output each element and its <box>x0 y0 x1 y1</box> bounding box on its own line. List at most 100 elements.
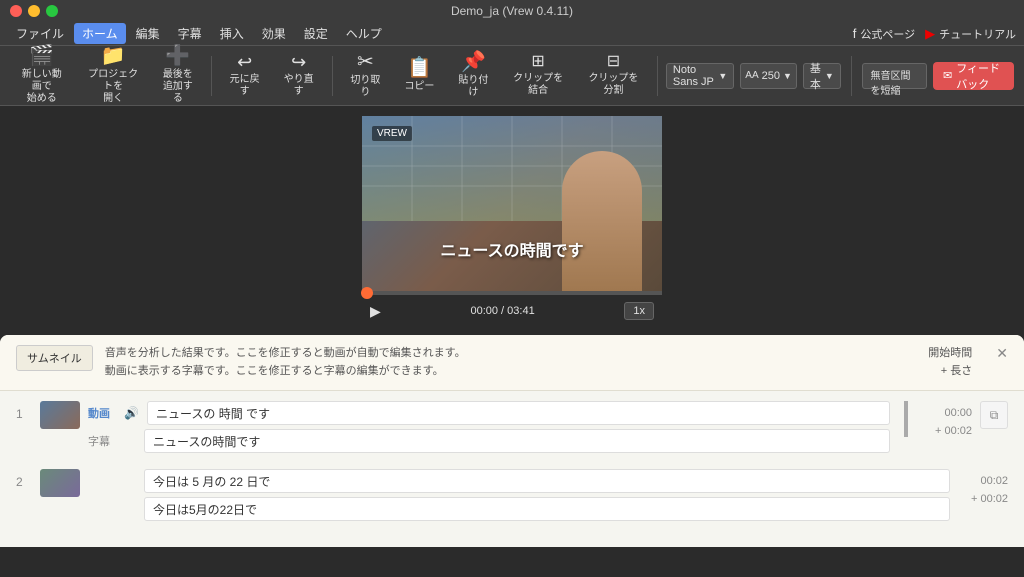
clip-start-time-2: 00:02 <box>958 473 1008 491</box>
clip-time-2: 00:02 + 00:02 <box>958 469 1008 508</box>
new-video-icon: 🎬 <box>29 46 54 66</box>
undo-icon: ↩ <box>237 53 252 71</box>
font-size-value: 250 <box>762 70 780 82</box>
close-hint-button[interactable]: ✕ <box>996 345 1008 362</box>
traffic-lights <box>10 5 58 17</box>
transcript-input-2[interactable] <box>144 469 950 493</box>
hint-line-1: 音声を分析した結果です。ここを修正すると動画が自動で編集されます。 <box>105 345 466 363</box>
style-selector[interactable]: 基本 ▼ <box>803 63 841 89</box>
cut-button[interactable]: ✂ 切り取り <box>340 50 390 102</box>
font-size-selector[interactable]: AA 250 ▼ <box>740 63 797 89</box>
time-display: 00:00 / 03:41 <box>470 305 534 317</box>
copy-button[interactable]: 📋 コピー <box>394 50 444 102</box>
paste-icon: 📌 <box>461 52 486 72</box>
video-controls: ▶ 00:00 / 03:41 1x <box>362 295 662 327</box>
clip-video-line-1: 動画 🔊 <box>88 401 890 425</box>
feedback-button[interactable]: ✉ フィードバック <box>933 62 1014 90</box>
fullscreen-button[interactable] <box>46 5 58 17</box>
silence-button[interactable]: 無音区間を短縮 <box>862 63 927 89</box>
merge-icon: ⊞ <box>531 54 544 70</box>
toolbar-separator-4 <box>851 56 852 96</box>
progress-bar-container[interactable] <box>362 291 662 295</box>
vrew-logo: VREW <box>372 126 412 141</box>
clip-number-2: 2 <box>16 469 32 489</box>
redo-button[interactable]: ↪ やり直す <box>274 50 324 102</box>
merge-label: クリップを結合 <box>510 73 565 97</box>
progress-bar-fill <box>362 291 368 295</box>
video-subtitle-overlay: ニュースの時間です <box>440 237 583 261</box>
menu-item-効果[interactable]: 効果 <box>254 23 294 44</box>
clip-thumb-image-1 <box>40 401 80 429</box>
facebook-icon: f <box>853 26 857 41</box>
tutorial-link[interactable]: ▶ チュートリアル <box>925 26 1016 42</box>
duration-label: + 長さ <box>928 363 972 381</box>
font-name-label: Noto Sans JP <box>673 64 714 88</box>
hint-line-2: 動画に表示する字幕です。ここを修正すると字幕の編集ができます。 <box>105 363 466 381</box>
menu-items: ファイルホーム編集字幕挿入効果設定ヘルプ <box>8 23 390 44</box>
new-video-button[interactable]: 🎬 新しい動画で始める <box>10 50 73 102</box>
video-container: ニュースの時間です VREW ▶ 00:00 / 03:41 1x <box>362 116 662 327</box>
official-page-link[interactable]: f 公式ページ <box>853 26 915 42</box>
split-clip-button[interactable]: ⊟ クリップを分割 <box>578 50 649 102</box>
minimize-button[interactable] <box>28 5 40 17</box>
undo-button[interactable]: ↩ 元に戻す <box>220 50 270 102</box>
menu-right: f 公式ページ ▶ チュートリアル <box>853 26 1016 42</box>
menu-bar: ファイルホーム編集字幕挿入効果設定ヘルプ f 公式ページ ▶ チュートリアル <box>0 22 1024 46</box>
style-dropdown-icon: ▼ <box>825 71 834 81</box>
subtitle-input-2[interactable] <box>144 497 950 521</box>
clip-subtitle-line-2 <box>88 497 950 521</box>
redo-label: やり直す <box>282 74 316 98</box>
editor-header-right: 開始時間 + 長さ <box>928 345 972 380</box>
transcript-input-1[interactable] <box>147 401 890 425</box>
menu-item-設定[interactable]: 設定 <box>296 23 336 44</box>
speed-button[interactable]: 1x <box>624 302 654 320</box>
close-button[interactable] <box>10 5 22 17</box>
split-icon: ⊟ <box>607 54 620 70</box>
font-selector[interactable]: Noto Sans JP ▼ <box>666 63 734 89</box>
menu-item-編集[interactable]: 編集 <box>128 23 168 44</box>
clip-time-1: 00:00 + 00:02 <box>922 401 972 440</box>
paste-button[interactable]: 📌 貼り付け <box>448 50 498 102</box>
current-time: 00:00 <box>470 305 498 317</box>
paste-label: 貼り付け <box>456 75 490 99</box>
menu-item-挿入[interactable]: 挿入 <box>212 23 252 44</box>
copy-icon: 📋 <box>407 58 432 78</box>
menu-item-ファイル[interactable]: ファイル <box>8 23 72 44</box>
menu-item-ヘルプ[interactable]: ヘルプ <box>338 23 390 44</box>
audio-icon-1: 🔊 <box>124 406 139 420</box>
tutorial-label: チュートリアル <box>939 26 1016 42</box>
clip-thumbnail-2 <box>40 469 80 497</box>
thumbnail-button[interactable]: サムネイル <box>16 345 93 371</box>
toolbar: 🎬 新しい動画で始める 📁 プロジェクトを開く ➕ 最後を追加する ↩ 元に戻す… <box>0 46 1024 106</box>
title-bar: Demo_ja (Vrew 0.4.11) <box>0 0 1024 22</box>
merge-clips-button[interactable]: ⊞ クリップを結合 <box>502 50 573 102</box>
menu-item-ホーム[interactable]: ホーム <box>74 23 126 44</box>
cut-label: 切り取り <box>348 75 382 99</box>
clip-handle-1 <box>898 401 914 437</box>
handle-bars-1 <box>904 401 908 437</box>
font-dropdown-icon: ▼ <box>718 71 727 81</box>
clip-number-1: 1 <box>16 401 32 421</box>
main-area: ニュースの時間です VREW ▶ 00:00 / 03:41 1x <box>0 106 1024 547</box>
video-frame: ニュースの時間です VREW <box>362 116 662 291</box>
add-segment-label: 最後を追加する <box>161 69 195 105</box>
copy-label: コピー <box>404 81 434 93</box>
subtitle-input-1[interactable] <box>144 429 890 453</box>
subtitle-type-label-1: 字幕 <box>88 433 116 449</box>
play-button[interactable]: ▶ <box>370 303 381 320</box>
clip-copy-button-1[interactable]: ⧉ <box>980 401 1008 429</box>
silence-label: 無音区間を短縮 <box>871 71 911 97</box>
add-segment-icon: ➕ <box>165 46 190 66</box>
video-area: ニュースの時間です VREW ▶ 00:00 / 03:41 1x <box>0 106 1024 327</box>
clip-start-time-1: 00:00 <box>922 405 972 423</box>
menu-item-字幕[interactable]: 字幕 <box>170 23 210 44</box>
style-label: 基本 <box>810 60 821 92</box>
open-project-button[interactable]: 📁 プロジェクトを開く <box>77 50 148 102</box>
add-segment-button[interactable]: ➕ 最後を追加する <box>153 50 203 102</box>
window-title: Demo_ja (Vrew 0.4.11) <box>451 4 573 18</box>
clip-lines-1: 動画 🔊 字幕 <box>88 401 890 453</box>
person-silhouette <box>562 151 642 291</box>
copy-icon-1: ⧉ <box>990 408 999 423</box>
editor-panel: サムネイル 音声を分析した結果です。ここを修正すると動画が自動で編集されます。 … <box>0 335 1024 547</box>
clip-video-line-2 <box>88 469 950 493</box>
